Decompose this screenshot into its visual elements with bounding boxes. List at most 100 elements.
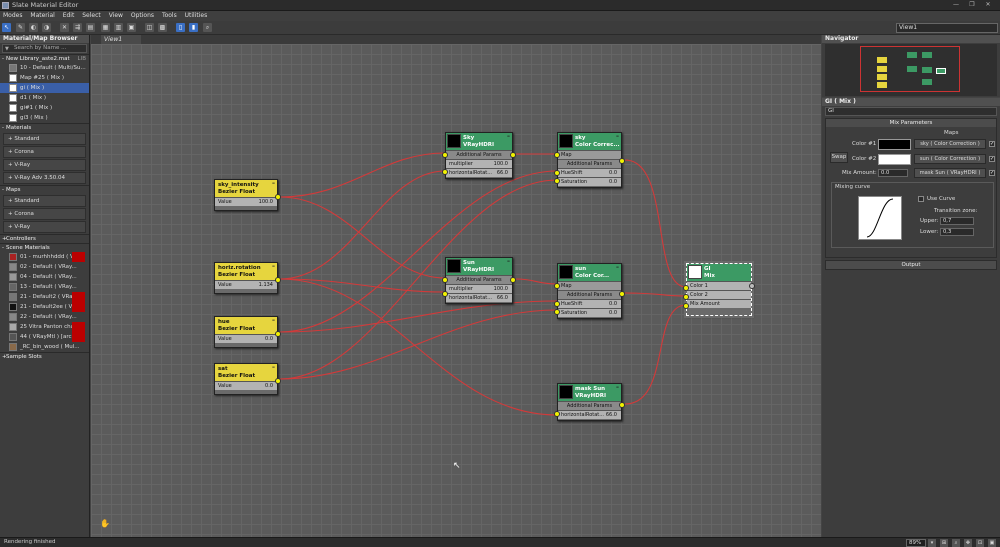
scene-material-item[interactable]: 22 - Default ( VRay...	[0, 312, 85, 322]
node-group-header[interactable]: Additional Params	[446, 275, 512, 284]
material-name-field[interactable]: GI	[825, 107, 997, 116]
input-socket[interactable]	[554, 283, 560, 289]
put-to-scene-icon[interactable]: ◐	[29, 23, 38, 32]
show-map-icon[interactable]: ◫	[145, 23, 154, 32]
pan-hand-icon[interactable]: ✋	[100, 519, 110, 528]
node-row[interactable]: Value 1.134	[215, 280, 277, 289]
node-row[interactable]: Mix Amount	[687, 299, 751, 308]
scene-material-item[interactable]: 01 - murhhhddd ( V...	[0, 252, 85, 262]
zoom-all-icon[interactable]: ⊡	[976, 539, 984, 547]
node-row[interactable]: multiplier 100.0	[446, 284, 512, 293]
menu-select[interactable]: Select	[79, 11, 104, 21]
color2-map-button[interactable]: sun ( Color Correction )	[914, 154, 986, 164]
input-socket[interactable]	[442, 291, 448, 297]
input-socket[interactable]	[554, 309, 560, 315]
input-socket[interactable]	[683, 285, 689, 291]
output-socket[interactable]	[619, 291, 625, 297]
maximize-button[interactable]: ❐	[966, 1, 978, 9]
materials-item[interactable]: + Standard	[3, 133, 86, 145]
materials-item[interactable]: + V-Ray Adv 3.50.04	[3, 172, 86, 184]
controllers-section-header[interactable]: Controllers	[0, 234, 89, 244]
mix-amount-map-checkbox[interactable]: ✓	[989, 170, 995, 176]
node-row[interactable]: multiplier 100.0	[446, 159, 512, 168]
zoom-extents-icon[interactable]: ⊞	[940, 539, 948, 547]
node-row[interactable]: HueShift 0.0	[558, 299, 621, 308]
scene-material-item[interactable]: 44 ( VRayMtl ) [arc...	[0, 332, 85, 342]
node-row[interactable]: Value 100.0	[215, 197, 277, 206]
maps-section-header[interactable]: Maps	[0, 185, 89, 195]
materials-section-header[interactable]: Materials	[0, 123, 89, 133]
scene-material-item[interactable]: 02 - Default ( VRay...	[0, 262, 85, 272]
input-socket[interactable]	[683, 303, 689, 309]
menu-tools[interactable]: Tools	[159, 11, 180, 21]
scene-material-item[interactable]: _RC_bin_wood ( Mul...	[0, 342, 85, 352]
pan-icon[interactable]: ✥	[964, 539, 972, 547]
tab-view1[interactable]: View1	[101, 35, 141, 44]
mix-amount-map-button[interactable]: mask Sun ( VRayHDRI )	[914, 168, 986, 178]
library-item[interactable]: gi#1 ( Mix )	[0, 103, 89, 113]
layout-children-icon[interactable]: ▥	[114, 23, 123, 32]
menu-options[interactable]: Options	[128, 11, 157, 21]
close-button[interactable]: ✕	[982, 1, 994, 9]
assign-material-icon[interactable]: ◑	[42, 23, 51, 32]
scene-materials-section-header[interactable]: Scene Materials	[0, 243, 89, 253]
node-sky-color-correction[interactable]: sky Color Correc... – Map Additional Param…	[554, 132, 625, 188]
library-item[interactable]: 10 - Default ( Multi/Su...	[0, 63, 89, 73]
output-socket[interactable]	[510, 152, 516, 158]
node-hue[interactable]: hue Bezier Float – Value 0.0	[214, 316, 281, 348]
scene-material-item[interactable]: 04 - Default ( VRay...	[0, 272, 85, 282]
node-mask-sun[interactable]: mask Sun VRayHDRI – Additional Params hori…	[554, 383, 625, 421]
input-socket[interactable]	[442, 152, 448, 158]
menu-view[interactable]: View	[106, 11, 126, 21]
node-row[interactable]: Map	[558, 150, 621, 159]
view-select[interactable]: View1	[896, 23, 998, 33]
node-group-header[interactable]: Additional Params	[558, 290, 621, 299]
node-canvas[interactable]: sky_intensity Bezier Float – Value 100.0 ho…	[91, 44, 821, 537]
layout-icon[interactable]: ▯	[176, 23, 185, 32]
node-row[interactable]: Saturation 0.0	[558, 308, 621, 317]
input-socket[interactable]	[683, 294, 689, 300]
node-sun-color-correction[interactable]: sun Color Cor... – Map Additional Params H…	[554, 263, 625, 319]
output-socket[interactable]	[275, 378, 281, 384]
output-socket[interactable]	[749, 283, 755, 289]
menu-edit[interactable]: Edit	[60, 11, 78, 21]
node-sky-intensity[interactable]: sky_intensity Bezier Float – Value 100.0	[214, 179, 281, 211]
input-socket[interactable]	[442, 169, 448, 175]
navigator-view[interactable]	[825, 44, 997, 96]
move-children-icon[interactable]: ⇶	[73, 23, 82, 32]
scene-material-item[interactable]: 21 - Default2 ( VRay	[0, 292, 85, 302]
node-row[interactable]: Saturation 0.0	[558, 177, 621, 186]
color1-swatch[interactable]	[878, 139, 911, 150]
node-sky-hdri[interactable]: Sky VRayHDRI – Additional Params multiplie…	[442, 132, 516, 179]
node-sat[interactable]: sat Bezier Float – Value 0.0	[214, 363, 281, 395]
layout-all-icon[interactable]: ▦	[101, 23, 110, 32]
scene-material-item[interactable]: 25 Vitra Panton chair	[0, 322, 85, 332]
node-group-header[interactable]: Additional Params	[446, 150, 512, 159]
color2-swatch[interactable]	[878, 154, 911, 165]
color1-map-checkbox[interactable]: ✓	[989, 141, 995, 147]
use-curve-checkbox[interactable]	[918, 196, 924, 202]
node-gi-mix[interactable]: GI Mix Color 1 Color 2 Mix Amount	[683, 261, 755, 318]
show-background-icon[interactable]: ▩	[158, 23, 167, 32]
node-row[interactable]: Map	[558, 281, 621, 290]
library-item[interactable]: Map #25 ( Mix )	[0, 73, 89, 83]
node-row[interactable]: Value 0.0	[215, 381, 277, 390]
swap-button[interactable]: Swap	[830, 152, 848, 163]
input-socket[interactable]	[554, 411, 560, 417]
library-item[interactable]: d1 ( Mix )	[0, 93, 89, 103]
navigator-icon[interactable]: ▮	[189, 23, 198, 32]
node-row[interactable]: Color 1	[687, 281, 751, 290]
select-tool-icon[interactable]: ↖	[2, 23, 11, 32]
library-section-header[interactable]: New Library_aste2.mat LIB	[0, 54, 89, 64]
node-group-header[interactable]: Additional Params	[558, 159, 621, 168]
menu-modes[interactable]: Modes	[0, 11, 25, 21]
zoom-icon[interactable]: ⌕	[203, 23, 212, 32]
maps-item[interactable]: + Corona	[3, 208, 86, 220]
output-socket[interactable]	[619, 402, 625, 408]
materials-item[interactable]: + Corona	[3, 146, 86, 158]
library-item[interactable]: gi ( Mix )	[0, 83, 89, 93]
rollout-header[interactable]: Output	[826, 261, 996, 269]
node-horiz-rotation[interactable]: horiz.rotation Bezier Float – Value 1.134	[214, 262, 281, 294]
sample-slots-section-header[interactable]: Sample Slots	[0, 352, 89, 362]
color2-map-checkbox[interactable]: ✓	[989, 156, 995, 162]
